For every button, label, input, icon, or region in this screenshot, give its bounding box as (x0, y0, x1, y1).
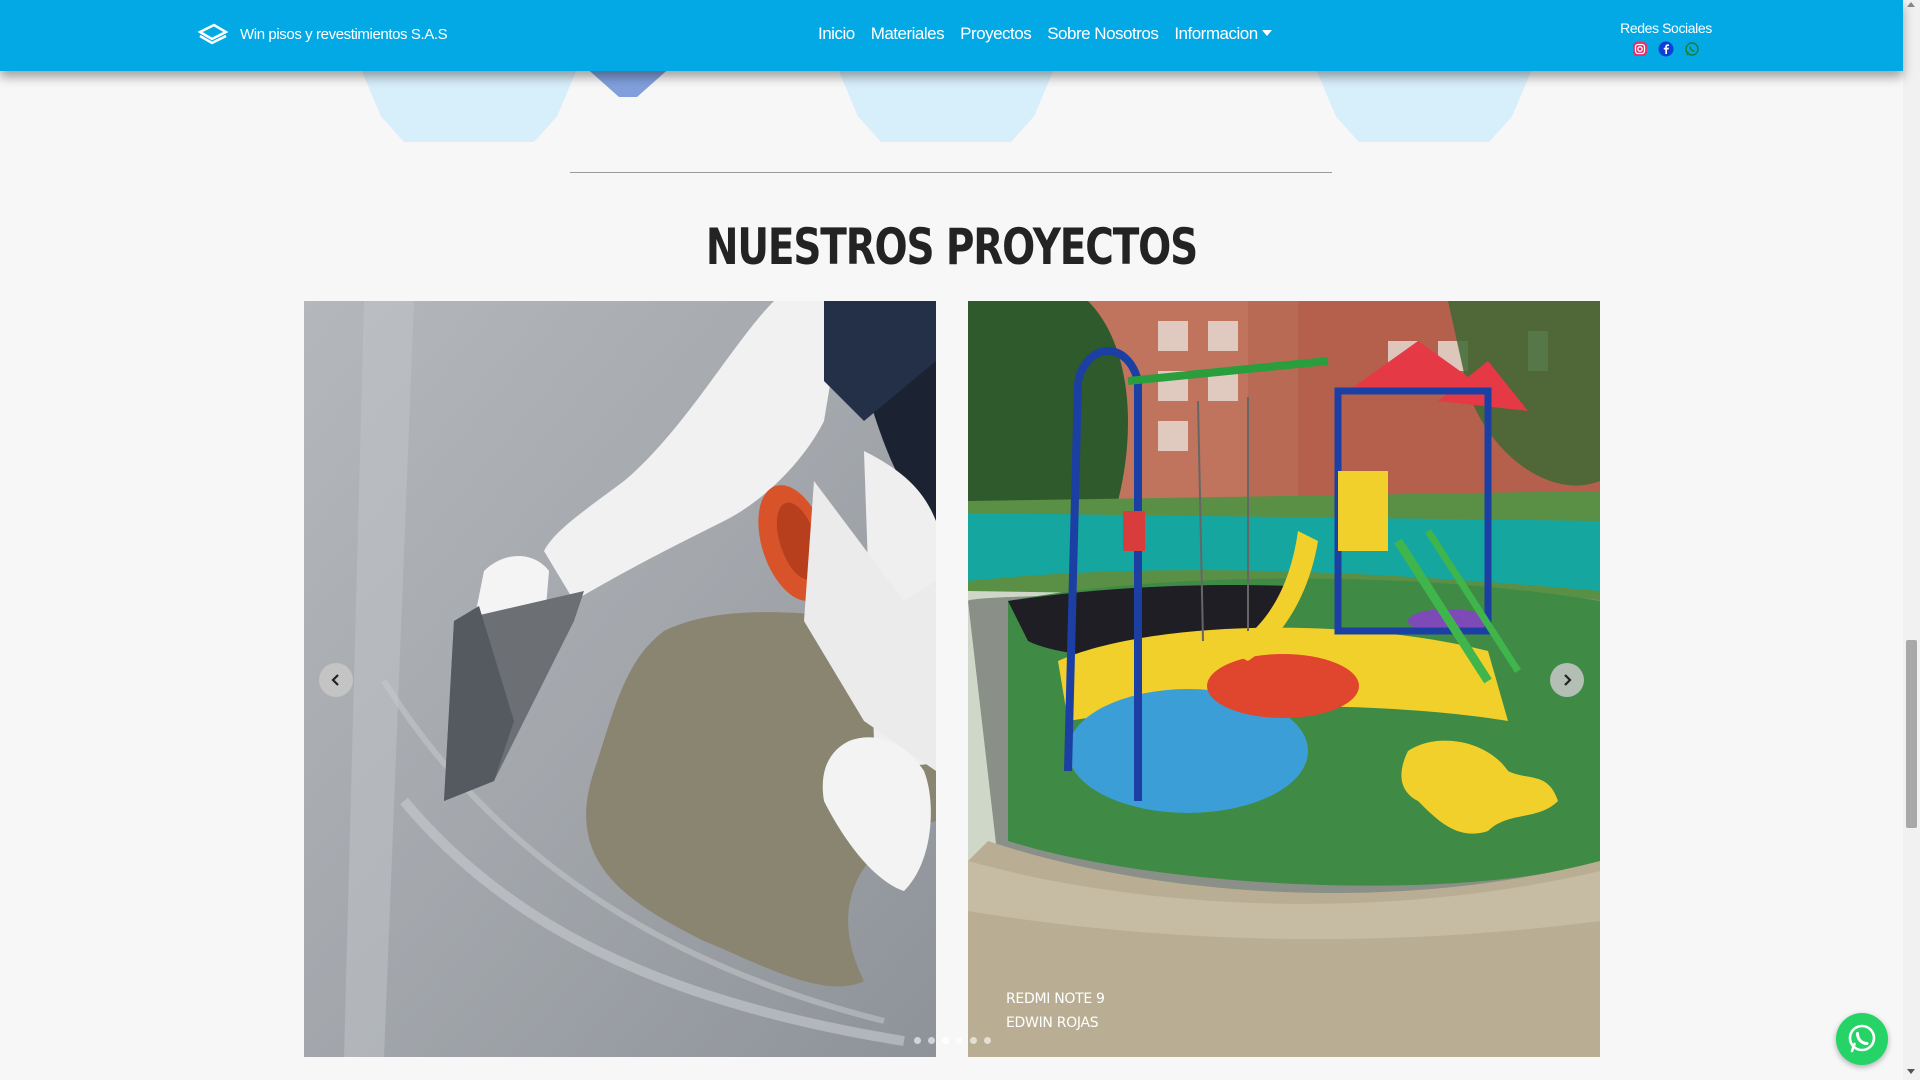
page-scrollbar[interactable] (1903, 0, 1920, 1080)
whatsapp-float-button[interactable] (1836, 1013, 1888, 1065)
instagram-icon[interactable] (1632, 41, 1648, 57)
nav-menu: Inicio Materiales Proyectos Sobre Nosotr… (818, 24, 1272, 44)
section-divider (570, 172, 1332, 173)
carousel-indicator[interactable] (984, 1037, 991, 1044)
nav-link-proyectos[interactable]: Proyectos (960, 24, 1032, 44)
projects-title: NUESTROS PROYECTOS (705, 218, 1198, 276)
project-image-playground: REDMI NOTE 9 EDWIN ROJAS (968, 301, 1600, 1057)
social-icons (1620, 41, 1712, 57)
carousel-indicator[interactable] (914, 1037, 921, 1044)
project-image-epoxy-floor (304, 301, 936, 1057)
carousel-indicators (914, 1037, 991, 1044)
social-title: Redes Sociales (1620, 20, 1712, 36)
whatsapp-icon[interactable] (1684, 41, 1700, 57)
carousel-next-button[interactable] (1550, 663, 1584, 697)
carousel-prev-button[interactable] (319, 663, 353, 697)
carousel-indicator[interactable] (928, 1037, 935, 1044)
carousel-indicator[interactable] (956, 1037, 963, 1044)
nav-dropdown-label: Informacion (1174, 24, 1258, 43)
nav-link-sobre-nosotros[interactable]: Sobre Nosotros (1047, 24, 1159, 44)
chevron-right-icon (1564, 674, 1572, 686)
carousel-indicator-active[interactable] (942, 1037, 949, 1044)
scrollbar-thumb[interactable] (1906, 640, 1917, 828)
nav-link-inicio[interactable]: Inicio (818, 24, 855, 44)
scroll-down-arrow-icon[interactable] (1907, 1069, 1915, 1074)
nav-dropdown-informacion[interactable]: Informacion (1174, 24, 1272, 44)
chevron-left-icon (331, 674, 339, 686)
social-links: Redes Sociales (1620, 20, 1712, 57)
brand-link[interactable]: Win pisos y revestimientos S.A.S (198, 22, 448, 46)
caret-down-icon (1261, 30, 1272, 36)
brand-name: Win pisos y revestimientos S.A.S (240, 25, 448, 43)
facebook-icon[interactable] (1658, 41, 1674, 57)
whatsapp-icon (1848, 1024, 1876, 1053)
watermark-device: REDMI NOTE 9 (1006, 991, 1105, 1007)
projects-carousel: REDMI NOTE 9 EDWIN ROJAS (304, 301, 1600, 1057)
watermark-author: EDWIN ROJAS (1006, 1015, 1099, 1031)
scroll-up-arrow-icon[interactable] (1907, 2, 1915, 7)
navbar: Win pisos y revestimientos S.A.S Inicio … (0, 0, 1903, 71)
brand-logo-icon (198, 23, 228, 45)
nav-link-materiales[interactable]: Materiales (871, 24, 945, 44)
carousel-indicator[interactable] (970, 1037, 977, 1044)
photo-watermark: REDMI NOTE 9 EDWIN ROJAS (1006, 987, 1105, 1035)
